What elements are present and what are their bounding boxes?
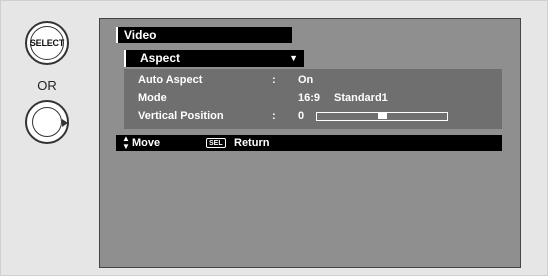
select-button[interactable]: SELECT: [25, 21, 69, 65]
mode-value-ratio: 16:9: [298, 92, 321, 104]
auto-aspect-colon: :: [272, 74, 276, 86]
auto-aspect-label: Auto Aspect: [138, 74, 203, 86]
vertical-position-slider[interactable]: [316, 112, 448, 121]
sel-badge: SEL: [206, 138, 226, 148]
aspect-submenu-dropdown[interactable]: Aspect ▼: [124, 50, 304, 67]
move-label: Move: [132, 137, 161, 149]
up-down-arrows-icon: ▲ ▼: [122, 134, 130, 151]
help-footer-bar: ▲ ▼ Move SEL Return: [116, 135, 502, 151]
vertical-position-label: Vertical Position: [138, 110, 224, 122]
return-label: Return: [234, 137, 270, 149]
mode-label: Mode: [138, 92, 167, 104]
submenu-label: Aspect: [140, 51, 181, 65]
dropdown-arrow-icon: ▼: [289, 53, 298, 63]
menu-title-bar: Video: [116, 27, 292, 43]
manual-illustration-frame: SELECT OR Video Aspect ▼ Auto Aspect : O…: [0, 0, 548, 276]
navigation-center-ring: [32, 107, 62, 137]
right-arrow-icon: [62, 119, 68, 127]
navigation-button[interactable]: [25, 100, 69, 144]
mode-value-preset: Standard1: [334, 92, 388, 104]
menu-title-notch: [116, 27, 118, 43]
settings-panel: Auto Aspect : On Mode 16:9 Standard1 Ver…: [124, 69, 502, 129]
select-button-label: SELECT: [30, 26, 64, 60]
vertical-position-colon: :: [272, 110, 276, 122]
slider-thumb[interactable]: [378, 113, 387, 119]
menu-title: Video: [124, 28, 157, 42]
vertical-position-value: 0: [298, 110, 305, 122]
auto-aspect-value: On: [298, 74, 314, 86]
or-label: OR: [37, 78, 57, 93]
tv-screen: Video Aspect ▼ Auto Aspect : On Mode 16:…: [99, 18, 521, 268]
